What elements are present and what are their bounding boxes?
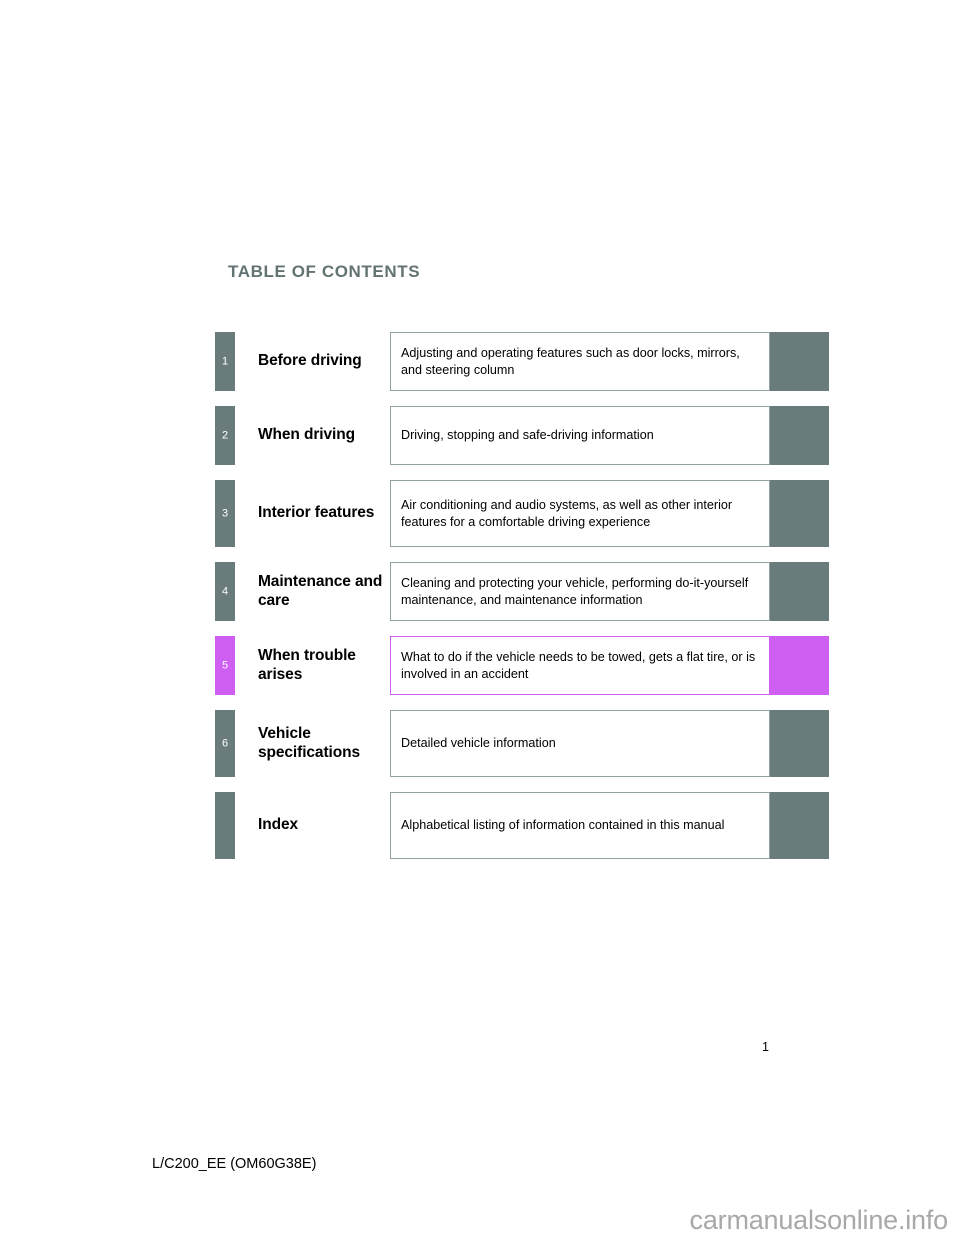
chapter-title[interactable]: Interior features: [235, 480, 390, 547]
chapter-description: Adjusting and operating features such as…: [390, 332, 770, 391]
chapter-number: 5: [221, 659, 229, 671]
toc-row[interactable]: 1 Before driving Adjusting and operating f…: [215, 332, 832, 391]
chapter-tab[interactable]: 4: [215, 562, 235, 621]
toc-row[interactable]: 4 Maintenance and care Cleaning and protec…: [215, 562, 832, 621]
chapter-edge-bar: [770, 332, 829, 391]
chapter-edge-bar: [770, 636, 829, 695]
chapter-edge-bar: [770, 562, 829, 621]
chapter-number: 3: [221, 507, 229, 519]
chapter-title[interactable]: Maintenance and care: [235, 562, 390, 621]
chapter-tab[interactable]: [215, 792, 235, 859]
page-title: TABLE OF CONTENTS: [228, 262, 421, 281]
chapter-title[interactable]: Index: [235, 792, 390, 859]
chapter-number: 1: [221, 355, 229, 367]
chapter-description: Air conditioning and audio systems, as w…: [390, 480, 770, 547]
toc-row[interactable]: 5 When trouble arises What to do if the ve…: [215, 636, 832, 695]
chapter-tab[interactable]: 2: [215, 406, 235, 465]
chapter-number: 4: [221, 585, 229, 597]
chapter-number: 6: [221, 737, 229, 749]
toc-row[interactable]: 2 When driving Driving, stopping and safe-…: [215, 406, 832, 465]
chapter-tab[interactable]: 6: [215, 710, 235, 777]
chapter-tab[interactable]: 3: [215, 480, 235, 547]
chapter-edge-bar: [770, 710, 829, 777]
chapter-description: What to do if the vehicle needs to be to…: [390, 636, 770, 695]
watermark: carmanualsonline.info: [689, 1205, 949, 1235]
page-number: 1: [762, 1040, 769, 1054]
chapter-edge-bar: [770, 792, 829, 859]
toc-row[interactable]: 3 Interior features Air conditioning and a…: [215, 480, 832, 547]
toc-row[interactable]: 6 Vehicle specifications Detailed vehicle …: [215, 710, 832, 777]
chapter-description: Driving, stopping and safe-driving infor…: [390, 406, 770, 465]
table-of-contents: 1 Before driving Adjusting and operating f…: [215, 332, 832, 859]
chapter-tab[interactable]: 5: [215, 636, 235, 695]
chapter-tab[interactable]: 1: [215, 332, 235, 391]
chapter-title[interactable]: When trouble arises: [235, 636, 390, 695]
toc-row[interactable]: Index Alphabetical listing of information…: [215, 792, 832, 859]
chapter-edge-bar: [770, 480, 829, 547]
chapter-title[interactable]: Before driving: [235, 332, 390, 391]
chapter-title[interactable]: Vehicle specifications: [235, 710, 390, 777]
chapter-edge-bar: [770, 406, 829, 465]
chapter-description: Cleaning and protecting your vehicle, pe…: [390, 562, 770, 621]
chapter-description: Alphabetical listing of information cont…: [390, 792, 770, 859]
chapter-description: Detailed vehicle information: [390, 710, 770, 777]
footer-document-code: L/C200_EE (OM60G38E): [152, 1156, 317, 1172]
chapter-title[interactable]: When driving: [235, 406, 390, 465]
chapter-number: 2: [221, 429, 229, 441]
